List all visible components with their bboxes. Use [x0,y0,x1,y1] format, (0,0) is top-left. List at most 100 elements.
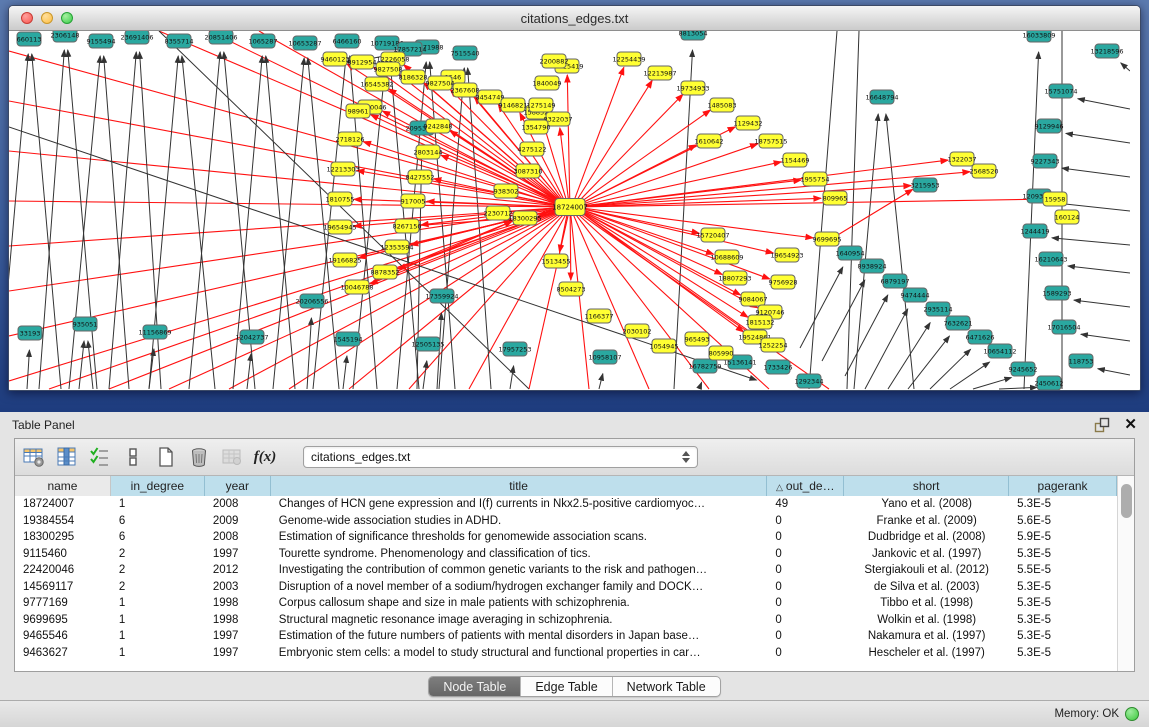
column-header-in_degree[interactable]: in_degree [111,476,205,496]
table-vertical-scrollbar[interactable] [1117,476,1134,671]
network-node[interactable]: 10654112 [983,344,1016,358]
network-node[interactable]: 15751074 [1044,84,1077,98]
network-node[interactable]: 16033809 [1022,31,1055,42]
network-node[interactable]: 19166825 [328,253,361,267]
table-row[interactable]: 969969511998Structural magnetic resonanc… [15,612,1117,629]
table-row[interactable]: 911546021997Tourette syndrome. Phenomeno… [15,546,1117,563]
network-node[interactable]: 1322037 [948,152,977,166]
network-node[interactable]: 9474444 [901,288,930,302]
network-node[interactable]: 1054945 [650,339,679,353]
network-node[interactable]: 1733426 [764,360,793,374]
network-node[interactable]: 9460123 [321,52,350,66]
network-node[interactable]: 1640954 [836,246,865,260]
network-node[interactable]: 98961 [346,104,370,118]
network-node[interactable]: 9242848 [424,119,453,133]
table-selector-dropdown[interactable]: citations_edges.txt [303,446,698,468]
table-settings-icon[interactable] [23,446,45,468]
network-node[interactable]: 9084067 [739,292,768,306]
network-node[interactable]: 809965 [823,191,848,205]
network-node[interactable]: 12213987 [643,66,676,80]
table-row[interactable]: 1938455462009Genome-wide association stu… [15,513,1117,530]
network-node[interactable]: 33193 [18,326,42,340]
network-node[interactable]: 6466160 [333,34,362,48]
network-node[interactable]: 2718126 [336,132,365,146]
tab-edge-table[interactable]: Edge Table [521,677,612,696]
network-node[interactable]: 20206556 [295,294,328,308]
network-node[interactable]: 23691406 [120,31,153,44]
network-node[interactable]: 805990 [709,346,734,360]
column-header-title[interactable]: title [271,476,768,496]
column-header-short[interactable]: short [844,476,1009,496]
network-canvas[interactable]: 660113 2306148 9155494 23691406 8355714 20851… [9,31,1140,390]
network-node[interactable]: 8938924 [858,259,887,273]
network-node[interactable]: 17359924 [425,289,458,303]
network-node[interactable]: 1252254 [759,338,788,352]
network-node[interactable]: 18724007 [552,199,588,216]
network-node[interactable]: 11156869 [138,325,171,339]
network-node[interactable]: 2200882 [540,54,569,68]
network-node[interactable]: 6879197 [881,274,910,288]
network-node[interactable]: 1610642 [695,134,724,148]
network-node[interactable]: 18300295 [508,211,541,225]
table-row[interactable]: 1830029562008Estimation of significance … [15,529,1117,546]
network-node[interactable]: 20851406 [204,31,237,44]
column-header-year[interactable]: year [205,476,271,496]
network-node[interactable]: 9245652 [1009,362,1038,376]
network-node[interactable]: 7632621 [944,316,973,330]
network-node[interactable]: 16648794 [865,90,898,104]
network-node[interactable]: 2030102 [623,324,652,338]
network-node[interactable]: 12042737 [235,330,268,344]
network-node[interactable]: 8427552 [406,170,435,184]
network-node[interactable]: 19654945 [323,220,356,234]
tab-network-table[interactable]: Network Table [613,677,720,696]
network-node[interactable]: 660113 [17,32,42,46]
network-node[interactable]: 1513455 [542,254,571,268]
column-header-pagerank[interactable]: pagerank [1009,476,1117,496]
tab-node-table[interactable]: Node Table [429,677,521,696]
table-row[interactable]: 977716911998Corpus callosum shape and si… [15,595,1117,612]
network-node[interactable]: 3087310 [514,164,543,178]
delete-table-icon[interactable] [221,446,243,468]
network-node[interactable]: 1545194 [334,332,363,346]
column-header-name[interactable]: name [15,476,111,496]
float-panel-icon[interactable] [1094,417,1110,433]
show-columns-icon[interactable] [56,446,78,468]
column-header-out_de[interactable]: △out_de… [767,476,844,496]
table-row[interactable]: 946362711997Embryonic stem cells: a mode… [15,645,1117,662]
network-node[interactable]: 10046788 [340,280,373,294]
network-node[interactable]: 1485083 [708,98,737,112]
network-node[interactable]: 15720407 [696,228,729,242]
scrollbar-thumb[interactable] [1121,484,1132,518]
network-node[interactable]: 12505135 [411,337,444,351]
network-node[interactable]: 1292344 [795,374,824,388]
select-mode-icon[interactable] [89,446,111,468]
network-node[interactable]: 19654923 [770,248,803,262]
network-node[interactable]: 118753 [1069,354,1094,368]
network-node[interactable]: 9155494 [87,34,116,48]
maximize-window-button[interactable] [61,12,73,24]
network-node[interactable]: 13218596 [1090,44,1123,58]
network-node[interactable]: 8504273 [557,282,586,296]
network-node[interactable]: 1154469 [781,153,810,167]
network-node[interactable]: 1065287 [249,34,278,48]
network-node[interactable]: 1244419 [1021,224,1050,238]
network-node[interactable]: 10688609 [710,250,743,264]
delete-column-icon[interactable] [188,446,210,468]
table-row[interactable]: 946554611997Estimation of the future num… [15,628,1117,645]
network-node[interactable]: 7515540 [451,46,480,60]
network-node[interactable]: 1275149 [527,98,556,112]
network-node[interactable]: 10653287 [288,36,321,50]
table-row[interactable]: 1872400712008Changes of HCN gene express… [15,496,1117,513]
network-node[interactable]: 12213303 [326,162,359,176]
network-node[interactable]: 8355714 [165,34,194,48]
network-node[interactable]: 12254439 [612,52,645,66]
network-node[interactable]: 8186328 [399,70,428,84]
network-node[interactable]: 2803144 [414,145,443,159]
network-node[interactable]: 9129946 [1035,119,1064,133]
close-window-button[interactable] [21,12,33,24]
network-node[interactable]: 938302 [494,184,519,198]
network-node[interactable]: 2306148 [51,31,80,42]
network-node[interactable]: 6471626 [966,330,995,344]
network-node[interactable]: 1166377 [585,309,614,323]
function-builder-icon[interactable]: f(x) [254,446,276,468]
